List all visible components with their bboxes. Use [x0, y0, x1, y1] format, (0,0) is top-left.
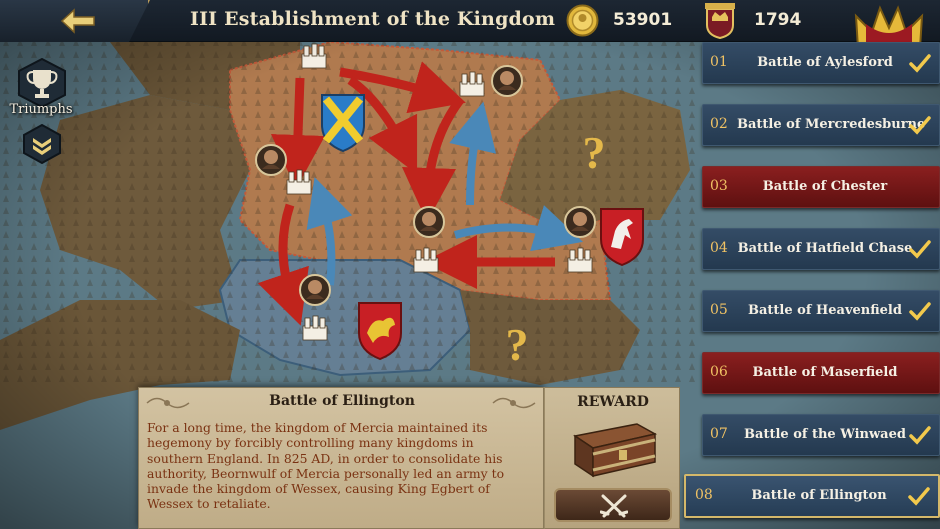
treasure-chest-icon	[573, 423, 658, 478]
check-icon	[909, 426, 931, 445]
ornament-icon	[492, 397, 536, 409]
battle-number: 04	[710, 240, 728, 256]
battle-name: Battle of Ellington	[751, 488, 887, 503]
battle-title: Battle of Ellington	[269, 393, 415, 409]
gold-amount: 53901	[613, 10, 673, 30]
battle-description: For a long time, the kingdom of Mercia m…	[147, 420, 505, 512]
check-icon	[908, 487, 930, 506]
fame-emblem-icon	[705, 3, 735, 39]
check-icon	[909, 240, 931, 259]
battle-number: 07	[710, 426, 728, 442]
battle-item-aylesford[interactable]: 01 Battle of Aylesford	[702, 42, 940, 84]
gold-coin-icon	[566, 4, 599, 37]
battle-name: Battle of Maserfield	[752, 365, 898, 380]
battle-name: Battle of the Winwaed	[744, 427, 906, 442]
battle-list: 01 Battle of Aylesford 02 Battle of Merc…	[684, 42, 940, 529]
battle-name: Battle of Chester	[762, 179, 888, 194]
check-icon	[909, 54, 931, 73]
battle-name: Battle of Aylesford	[757, 55, 893, 70]
back-arrow-icon[interactable]	[60, 8, 96, 34]
battle-name: Battle of Mercredesburne	[737, 117, 926, 132]
battle-item-winwaed[interactable]: 07 Battle of the Winwaed	[702, 414, 940, 456]
battle-item-chester[interactable]: 03 Battle of Chester	[702, 166, 940, 208]
battle-number: 03	[710, 178, 728, 194]
reward-panel: REWARD	[544, 387, 680, 529]
chapter-title: III Establishment of the Kingdom	[190, 8, 556, 30]
crossed-swords-icon	[600, 494, 628, 518]
chevron-down-icon[interactable]	[22, 124, 62, 164]
battle-number: 05	[710, 302, 728, 318]
top-bar: III Establishment of the Kingdom 53901 1…	[0, 0, 940, 42]
battle-item-heavenfield[interactable]: 05 Battle of Heavenfield	[702, 290, 940, 332]
check-icon	[909, 116, 931, 135]
fame-amount: 1794	[754, 10, 802, 30]
battle-name: Battle of Heavenfield	[748, 303, 902, 318]
reward-label: REWARD	[577, 394, 649, 410]
battle-number: 08	[695, 487, 713, 503]
battle-item-maserfield[interactable]: 06 Battle of Maserfield	[702, 352, 940, 394]
start-battle-button[interactable]	[554, 488, 672, 522]
battle-number: 02	[710, 116, 728, 132]
battle-item-mercredesburne[interactable]: 02 Battle of Mercredesburne	[702, 104, 940, 146]
battle-item-ellington[interactable]: 08 Battle of Ellington	[684, 474, 940, 518]
battle-number: 06	[710, 364, 728, 380]
battle-info-panel: Battle of Ellington For a long time, the…	[138, 387, 544, 529]
battle-number: 01	[710, 54, 728, 70]
triumphs-label[interactable]: Triumphs	[4, 102, 78, 117]
battle-item-hatfield-chase[interactable]: 04 Battle of Hatfield Chase	[702, 228, 940, 270]
trophy-icon[interactable]	[16, 58, 68, 108]
back-button[interactable]	[0, 0, 150, 42]
check-icon	[909, 302, 931, 321]
battle-name: Battle of Hatfield Chase	[737, 241, 913, 256]
